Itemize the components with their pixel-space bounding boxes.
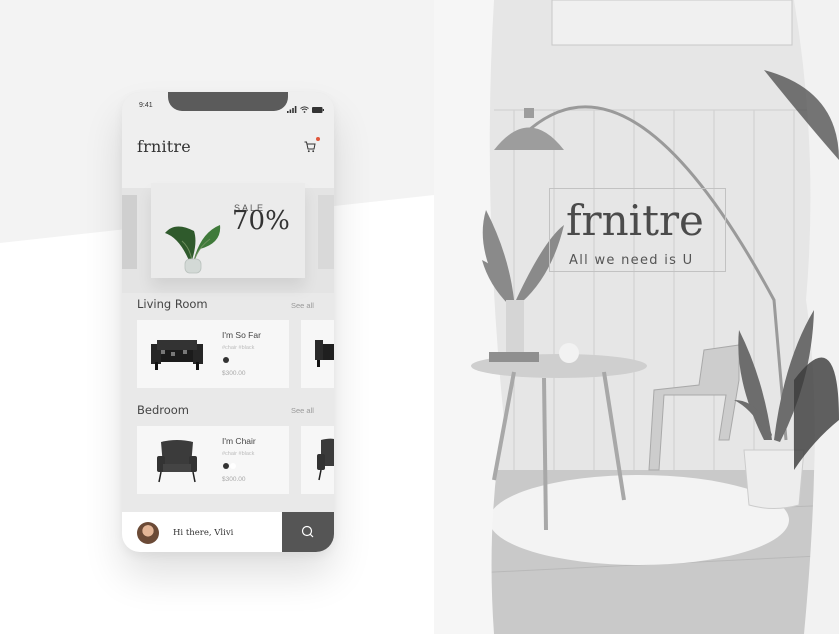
- product-card-peek[interactable]: [301, 320, 334, 388]
- section-title-bedroom: Bedroom: [137, 403, 190, 417]
- user-greeting: Hi there, Vlivi: [173, 528, 234, 538]
- banner-previous[interactable]: [122, 195, 137, 269]
- see-all-living-room-link[interactable]: See all: [291, 301, 314, 310]
- banner-next[interactable]: [318, 195, 334, 269]
- hero-brand: frnitre: [566, 196, 704, 245]
- sofa-image: [151, 340, 203, 370]
- cart-notification-dot: [316, 137, 320, 141]
- app-logo: frnitre: [137, 137, 191, 156]
- product-title: I'm So Far: [222, 330, 261, 340]
- sofa-image: [315, 340, 334, 367]
- armchair-image: [157, 440, 197, 483]
- product-tags: #chair #black: [222, 345, 255, 351]
- color-swatch-black[interactable]: [223, 357, 229, 363]
- plant-image: [165, 225, 221, 274]
- product-price: $300.00: [222, 476, 246, 483]
- product-card-bedroom[interactable]: I'm Chair #chair #black $300.00: [137, 426, 289, 494]
- wifi-icon: [300, 100, 309, 118]
- sale-percentage: 70%: [232, 206, 290, 236]
- armchair-image: [317, 438, 334, 481]
- product-price: $300.00: [222, 370, 246, 377]
- search-button[interactable]: [282, 512, 334, 552]
- bottom-bar: Hi there, Vlivi: [122, 512, 334, 552]
- color-swatch-black[interactable]: [223, 463, 229, 469]
- color-swatch-white[interactable]: [230, 463, 236, 469]
- phone-screen: 9:41 frnitre SALE 70% Living Room See al…: [122, 92, 334, 552]
- battery-icon: [312, 100, 324, 118]
- interior-scene-image: [434, 0, 839, 634]
- shopping-cart-icon[interactable]: [304, 140, 316, 153]
- see-all-bedroom-link[interactable]: See all: [291, 406, 314, 415]
- user-avatar[interactable]: [137, 522, 159, 544]
- search-icon: [301, 525, 314, 538]
- status-time: 9:41: [139, 102, 153, 109]
- status-icons: [287, 100, 324, 118]
- phone-notch: [168, 92, 288, 111]
- section-title-living-room: Living Room: [137, 297, 208, 311]
- product-tags: #chair #black: [222, 451, 255, 457]
- hero-tagline: All we need is U: [569, 253, 694, 268]
- hero-photo: frnitre All we need is U: [434, 0, 839, 634]
- product-card-peek[interactable]: [301, 426, 334, 494]
- product-title: I'm Chair: [222, 436, 256, 446]
- signal-icon: [287, 100, 297, 118]
- product-card-living-room[interactable]: I'm So Far #chair #black $300.00: [137, 320, 289, 388]
